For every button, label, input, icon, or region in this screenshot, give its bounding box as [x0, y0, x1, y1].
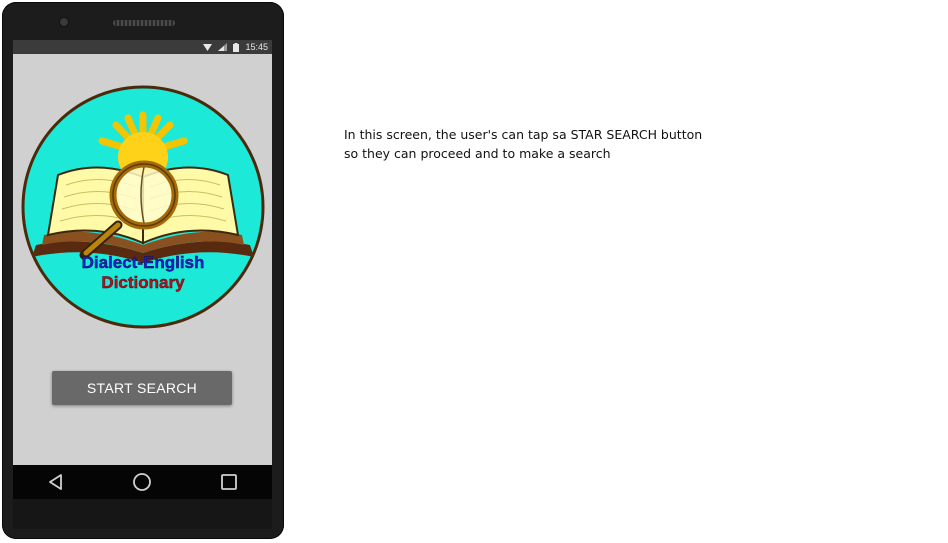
recents-icon [220, 474, 237, 490]
earpiece-speaker [113, 20, 175, 26]
signal-icon [218, 43, 228, 51]
nav-home-button[interactable] [122, 467, 162, 497]
start-search-button[interactable]: START SEARCH [52, 371, 232, 405]
home-icon [133, 473, 152, 491]
phone-frame: 15:45 Dialect-English Dictionary START S… [2, 2, 284, 539]
wifi-icon [203, 44, 213, 51]
app-screen: Dialect-English Dictionary START SEARCH [13, 54, 272, 465]
back-icon [49, 474, 63, 490]
logo-title-line1: Dialect-English [82, 253, 205, 272]
phone-chin [13, 499, 272, 529]
dictionary-logo: Dialect-English Dictionary [21, 85, 265, 329]
status-bar: 15:45 [13, 40, 272, 54]
description-line-2: so they can proceed and to make a search [344, 146, 611, 161]
nav-back-button[interactable] [36, 467, 76, 497]
nav-recents-button[interactable] [209, 467, 249, 497]
battery-icon [233, 42, 240, 52]
screen-description: In this screen, the user's can tap sa ST… [344, 125, 744, 163]
status-time: 15:45 [245, 42, 268, 52]
logo-title-line2: Dictionary [101, 273, 185, 292]
navigation-bar [13, 465, 272, 499]
front-camera [60, 18, 68, 26]
description-line-1: In this screen, the user's can tap sa ST… [344, 127, 703, 142]
